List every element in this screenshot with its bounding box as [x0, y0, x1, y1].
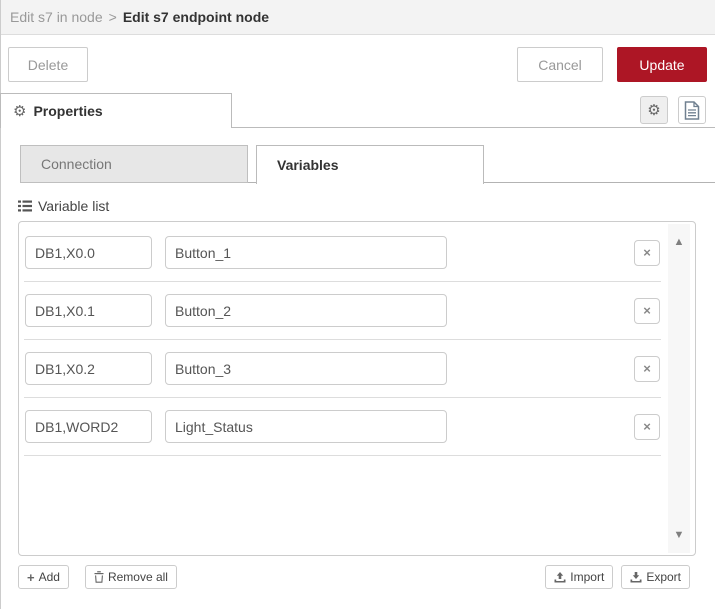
list-footer: + Add Remove all Import Export	[18, 565, 690, 589]
upload-icon	[554, 571, 566, 583]
row-delete-button[interactable]: ×	[634, 355, 660, 382]
scrollbar[interactable]: ▲ ▼	[668, 224, 690, 553]
delete-button[interactable]: Delete	[8, 47, 88, 82]
properties-tab-label: Properties	[33, 103, 103, 119]
variable-tab-bar: Connection Variables	[20, 145, 715, 184]
gear-icon: ⚙	[647, 102, 661, 119]
breadcrumb-current: Edit s7 endpoint node	[122, 9, 270, 25]
tab-connection[interactable]: Connection	[20, 145, 248, 183]
update-button[interactable]: Update	[617, 47, 707, 82]
variable-address-input[interactable]	[25, 294, 152, 327]
tab-variables[interactable]: Variables	[256, 145, 484, 184]
export-button[interactable]: Export	[621, 565, 690, 589]
row-delete-button[interactable]: ×	[634, 297, 660, 324]
row-delete-button[interactable]: ×	[634, 413, 660, 440]
breadcrumb-parent[interactable]: Edit s7 in node	[10, 9, 103, 25]
trash-icon	[94, 571, 104, 583]
export-button-label: Export	[646, 570, 681, 584]
import-button[interactable]: Import	[545, 565, 614, 589]
node-settings-button[interactable]: ⚙	[640, 96, 668, 124]
list-icon	[18, 200, 32, 212]
variable-rows: × × × ×	[19, 224, 665, 553]
variable-name-input[interactable]	[165, 236, 447, 269]
row-delete-button[interactable]: ×	[634, 239, 660, 266]
tab-properties[interactable]: ⚙ Properties	[0, 93, 232, 128]
variable-list-box: × × × × ▲ ▼	[18, 221, 696, 556]
variable-address-input[interactable]	[25, 410, 152, 443]
footer-right-group: Import Export	[545, 565, 690, 589]
import-button-label: Import	[570, 570, 605, 584]
variable-list-label: Variable list	[38, 197, 110, 214]
properties-tab-bar: ⚙ Properties ⚙	[0, 93, 715, 128]
variable-row: ×	[24, 282, 661, 340]
tab-connection-label: Connection	[41, 156, 112, 172]
remove-all-button[interactable]: Remove all	[84, 565, 177, 589]
download-icon	[630, 571, 642, 583]
add-button[interactable]: + Add	[18, 565, 69, 589]
variable-row: ×	[24, 398, 661, 456]
action-bar: Delete Cancel Update	[0, 35, 715, 93]
variable-name-input[interactable]	[165, 294, 447, 327]
add-button-label: Add	[38, 570, 60, 584]
variable-address-input[interactable]	[25, 236, 152, 269]
tab-variables-label: Variables	[277, 157, 339, 173]
cancel-button[interactable]: Cancel	[517, 47, 603, 82]
variable-row: ×	[24, 224, 661, 282]
variable-name-input[interactable]	[165, 352, 447, 385]
breadcrumb-separator: >	[108, 9, 117, 25]
variable-list-heading: Variable list	[18, 197, 715, 214]
footer-left-group: + Add Remove all	[18, 565, 177, 589]
scroll-up-icon[interactable]: ▲	[668, 233, 690, 251]
variable-name-input[interactable]	[165, 410, 447, 443]
breadcrumb: Edit s7 in node > Edit s7 endpoint node	[0, 0, 715, 35]
variable-row: ×	[24, 340, 661, 398]
gear-icon: ⚙	[13, 103, 27, 120]
node-description-button[interactable]	[678, 96, 706, 124]
plus-icon: +	[27, 569, 35, 585]
document-icon	[684, 100, 700, 120]
variable-address-input[interactable]	[25, 352, 152, 385]
scroll-down-icon[interactable]: ▼	[668, 526, 690, 544]
remove-all-button-label: Remove all	[107, 570, 168, 584]
